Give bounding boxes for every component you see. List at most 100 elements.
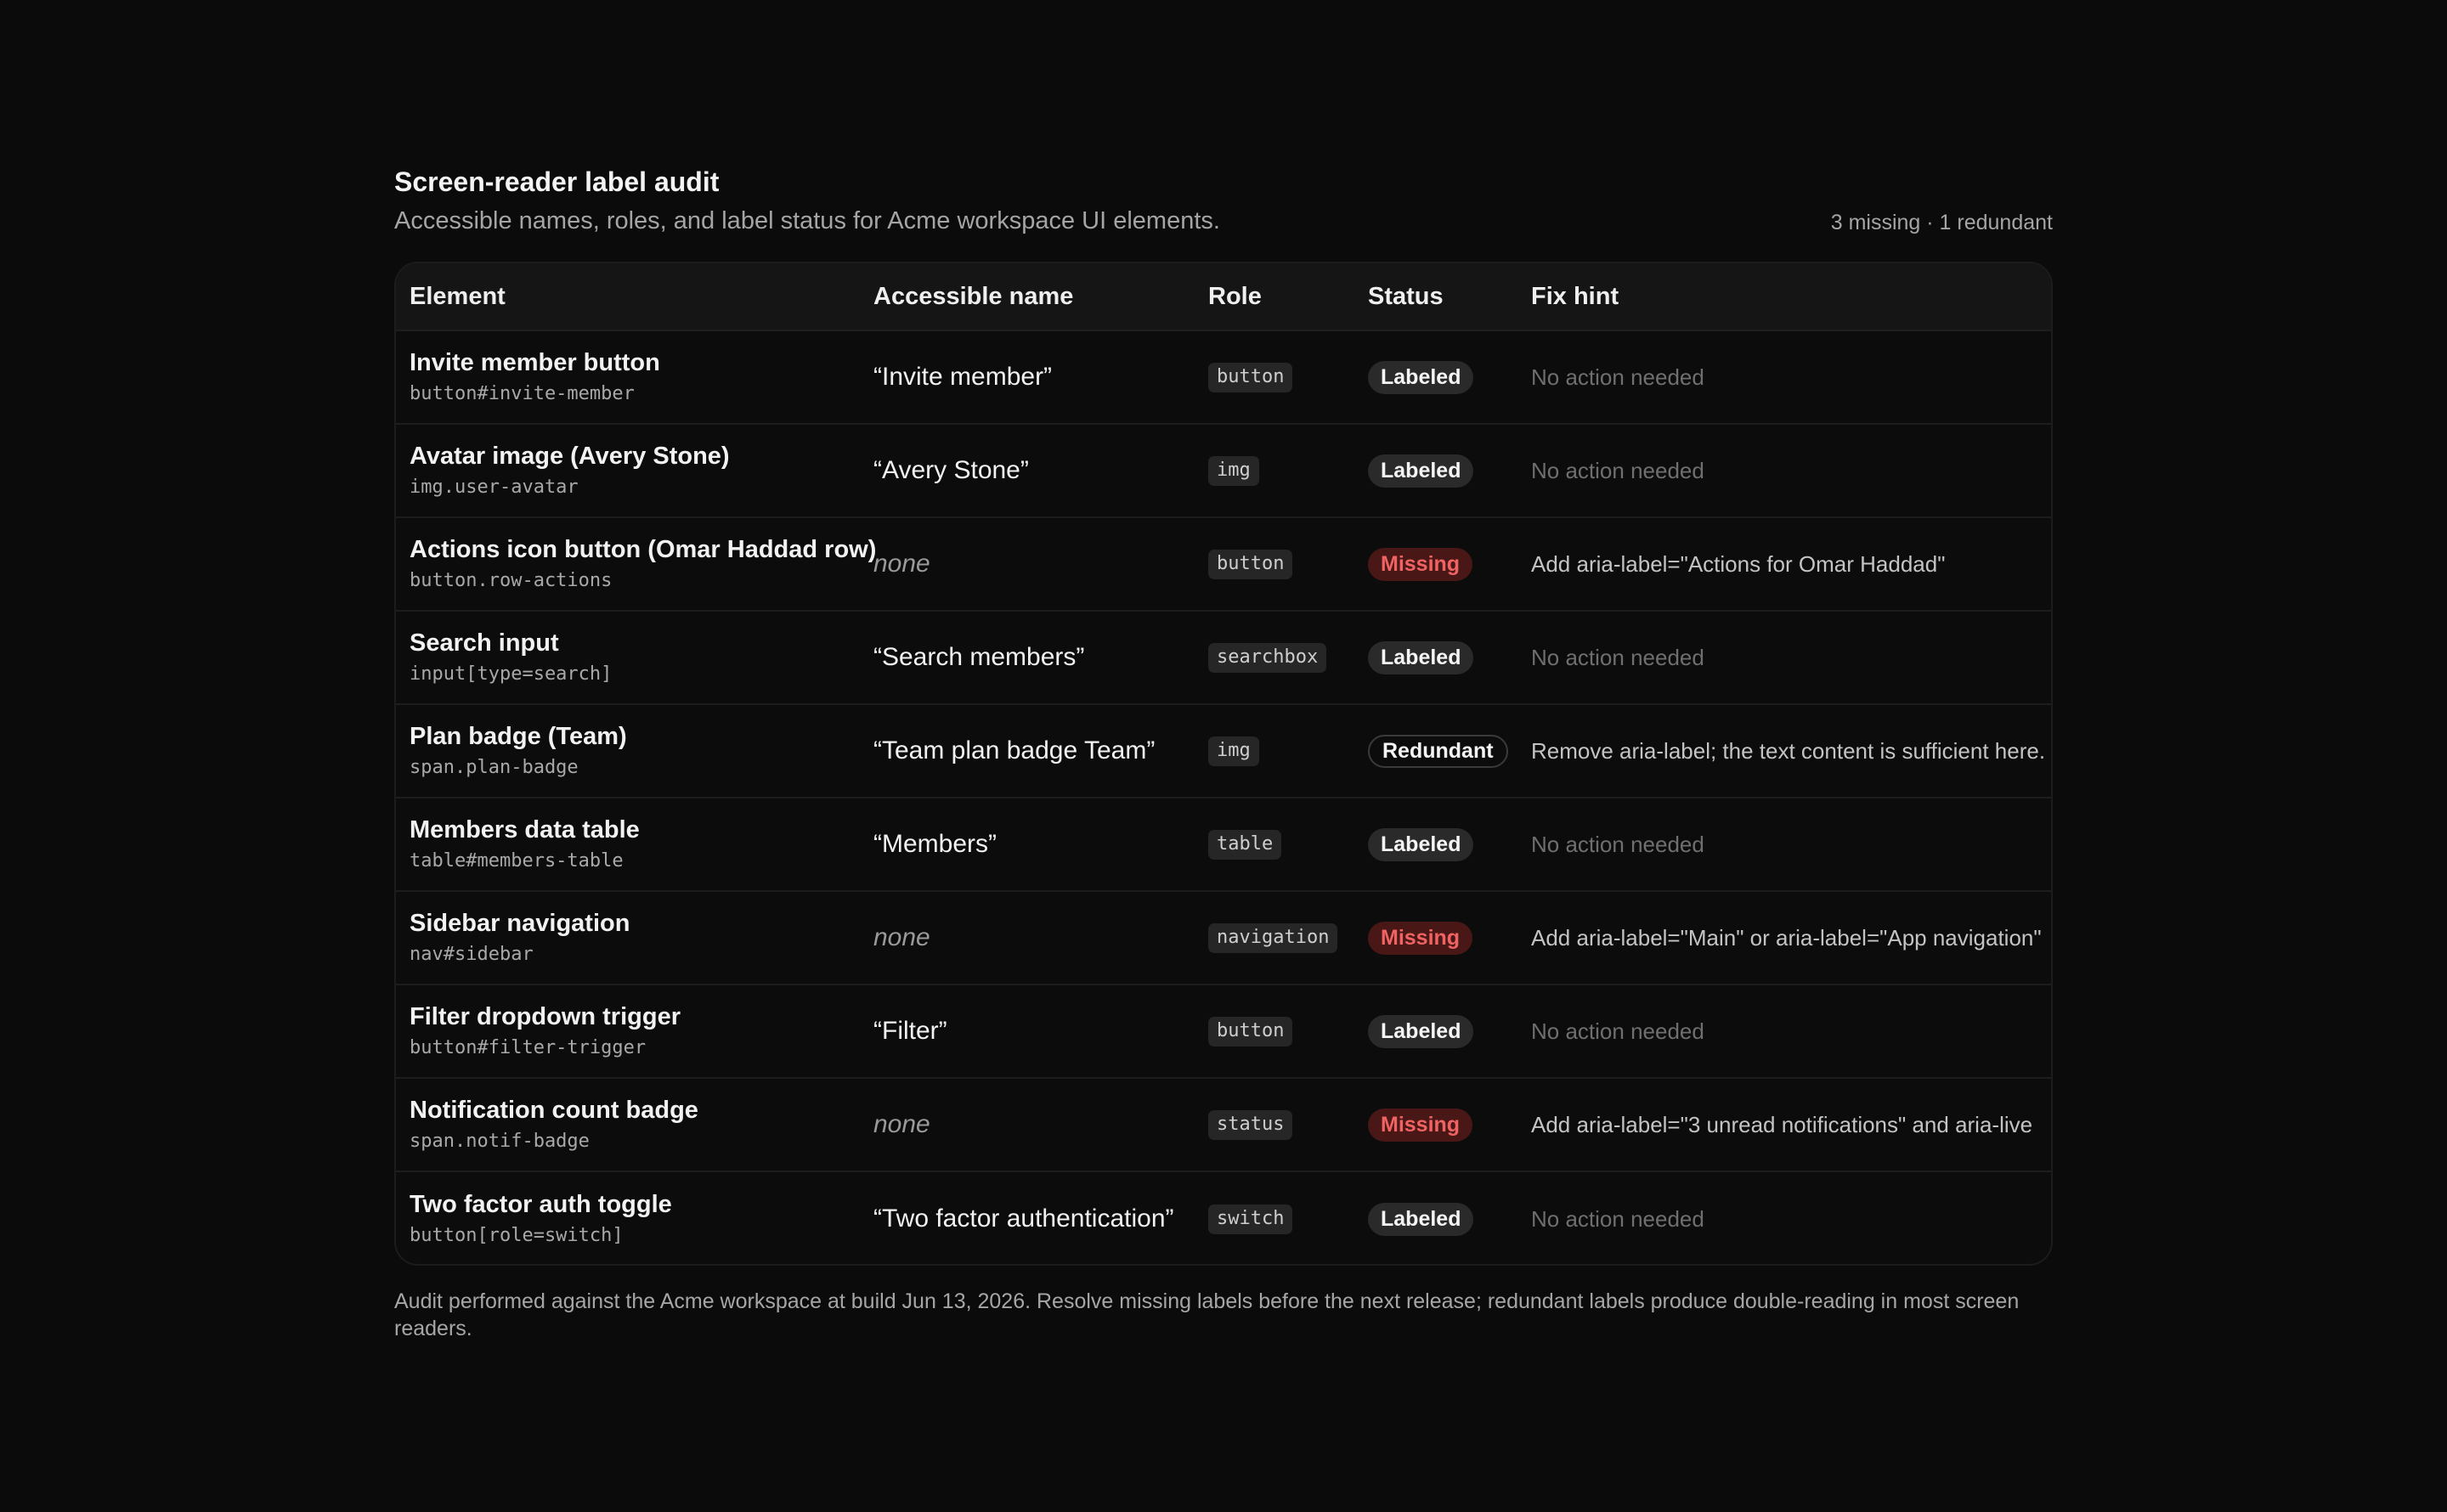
status-cell: Labeled	[1368, 1014, 1531, 1048]
element-selector: button#invite-member	[410, 383, 635, 404]
table-row: Plan badge (Team) span.plan-badge “Team pl…	[396, 705, 2051, 798]
page-subtitle: Accessible names, roles, and label statu…	[394, 207, 1220, 234]
accessible-name: “Invite member”	[873, 363, 1053, 391]
role-cell: searchbox	[1208, 642, 1368, 673]
table-body: Invite member button button#invite-member…	[396, 331, 2051, 1264]
status-badge: Missing	[1368, 1108, 1473, 1142]
status-badge: Missing	[1368, 547, 1473, 581]
fix-hint: No action needed	[1531, 1205, 1704, 1232]
fix-hint: Add aria-label="Main" or aria-label="App…	[1531, 924, 2042, 951]
fix-hint-cell: Add aria-label="Main" or aria-label="App…	[1531, 925, 2051, 951]
status-badge: Labeled	[1368, 827, 1474, 861]
status-cell: Missing	[1368, 1108, 1531, 1142]
status-cell: Missing	[1368, 921, 1531, 955]
audit-table: Element Accessible name Role Status Fix …	[394, 262, 2053, 1266]
accessible-name: none	[873, 550, 930, 578]
role-chip: button	[1208, 1016, 1293, 1047]
accessible-name: “Filter”	[873, 1017, 947, 1045]
element-name: Plan badge (Team)	[410, 723, 627, 750]
table-row: Avatar image (Avery Stone) img.user-avata…	[396, 425, 2051, 518]
element-selector: button[role=switch]	[410, 1225, 624, 1246]
role-chip: img	[1208, 736, 1259, 766]
element-name: Members data table	[410, 816, 640, 843]
table-row: Actions icon button (Omar Haddad row) but…	[396, 518, 2051, 612]
element-cell: Members data table table#members-table	[396, 815, 873, 874]
accessible-name: “Members”	[873, 830, 997, 858]
role-chip: img	[1208, 455, 1259, 486]
page-title: Screen-reader label audit	[394, 166, 720, 197]
accessible-name-cell: “Avery Stone”	[873, 456, 1208, 485]
status-cell: Redundant	[1368, 734, 1531, 768]
role-cell: switch	[1208, 1204, 1368, 1234]
table-row: Two factor auth toggle button[role=switch…	[396, 1172, 2051, 1264]
accessible-name: “Search members”	[873, 643, 1085, 671]
element-name: Search input	[410, 629, 559, 657]
status-cell: Labeled	[1368, 640, 1531, 674]
accessible-name: “Two factor authentication”	[873, 1205, 1174, 1233]
accessible-name-cell: “Two factor authentication”	[873, 1205, 1208, 1233]
column-header-status: Status	[1368, 282, 1444, 310]
audit-footnote: Audit performed against the Acme workspa…	[394, 1289, 2020, 1340]
element-selector: img.user-avatar	[410, 477, 579, 498]
role-chip: button	[1208, 362, 1293, 392]
table-row: Search input input[type=search] “Search me…	[396, 612, 2051, 705]
fix-hint-cell: No action needed	[1531, 1206, 2051, 1233]
role-chip: switch	[1208, 1204, 1293, 1234]
element-cell: Notification count badge span.notif-badge	[396, 1095, 873, 1154]
column-header-role: Role	[1208, 282, 1262, 310]
element-cell: Search input input[type=search]	[396, 628, 873, 687]
table-row: Members data table table#members-table “Me…	[396, 798, 2051, 892]
audit-panel: Screen-reader label audit Accessible nam…	[394, 165, 2053, 1342]
accessible-name: “Avery Stone”	[873, 456, 1029, 484]
fix-hint: No action needed	[1531, 1018, 1704, 1044]
element-name: Avatar image (Avery Stone)	[410, 443, 730, 470]
accessible-name-cell: none	[873, 550, 1208, 578]
status-cell: Labeled	[1368, 827, 1531, 861]
fix-hint: Add aria-label="3 unread notifications" …	[1531, 1111, 2033, 1137]
accessible-name-cell: none	[873, 1110, 1208, 1139]
status-badge: Labeled	[1368, 360, 1474, 394]
element-cell: Avatar image (Avery Stone) img.user-avata…	[396, 441, 873, 500]
accessible-name: “Team plan badge Team”	[873, 736, 1156, 764]
table-row: Sidebar navigation nav#sidebar none navigat…	[396, 892, 2051, 985]
fix-hint-cell: Add aria-label="Actions for Omar Haddad"	[1531, 551, 2051, 578]
role-cell: img	[1208, 736, 1368, 766]
element-cell: Actions icon button (Omar Haddad row) but…	[396, 534, 876, 594]
table-row: Notification count badge span.notif-badge…	[396, 1079, 2051, 1172]
element-selector: span.plan-badge	[410, 757, 579, 778]
role-cell: navigation	[1208, 922, 1368, 953]
role-chip: searchbox	[1208, 642, 1327, 673]
accessible-name-cell: “Invite member”	[873, 363, 1208, 392]
element-cell: Plan badge (Team) span.plan-badge	[396, 721, 873, 781]
table-header-row: Element Accessible name Role Status Fix …	[396, 263, 2051, 331]
accessible-name-cell: “Team plan badge Team”	[873, 736, 1208, 765]
fix-hint-cell: No action needed	[1531, 645, 2051, 671]
role-chip: status	[1208, 1109, 1293, 1140]
fix-hint: No action needed	[1531, 831, 1704, 857]
table-row: Filter dropdown trigger button#filter-tri…	[396, 985, 2051, 1079]
accessible-name-cell: “Members”	[873, 830, 1208, 859]
status-badge: Redundant	[1368, 734, 1508, 768]
fix-hint-cell: No action needed	[1531, 458, 2051, 484]
accessible-name-cell: “Search members”	[873, 643, 1208, 672]
status-badge: Labeled	[1368, 454, 1474, 488]
role-chip: button	[1208, 549, 1293, 579]
element-name: Notification count badge	[410, 1097, 698, 1124]
status-cell: Labeled	[1368, 1202, 1531, 1236]
element-cell: Filter dropdown trigger button#filter-tri…	[396, 1001, 873, 1061]
element-cell: Sidebar navigation nav#sidebar	[396, 908, 873, 968]
table-row: Invite member button button#invite-member…	[396, 331, 2051, 425]
accessible-name: none	[873, 923, 930, 951]
column-header-accessible-name: Accessible name	[873, 282, 1074, 310]
accessible-name: none	[873, 1110, 930, 1138]
fix-hint-cell: No action needed	[1531, 832, 2051, 858]
fix-hint-cell: Remove aria-label; the text content is s…	[1531, 738, 2051, 764]
role-cell: button	[1208, 1016, 1368, 1047]
element-name: Two factor auth toggle	[410, 1191, 672, 1218]
status-badge: Labeled	[1368, 1014, 1474, 1048]
status-cell: Labeled	[1368, 454, 1531, 488]
fix-hint: Add aria-label="Actions for Omar Haddad"	[1531, 550, 1946, 577]
role-cell: button	[1208, 549, 1368, 579]
fix-hint: No action needed	[1531, 364, 1704, 390]
status-badge: Labeled	[1368, 640, 1474, 674]
